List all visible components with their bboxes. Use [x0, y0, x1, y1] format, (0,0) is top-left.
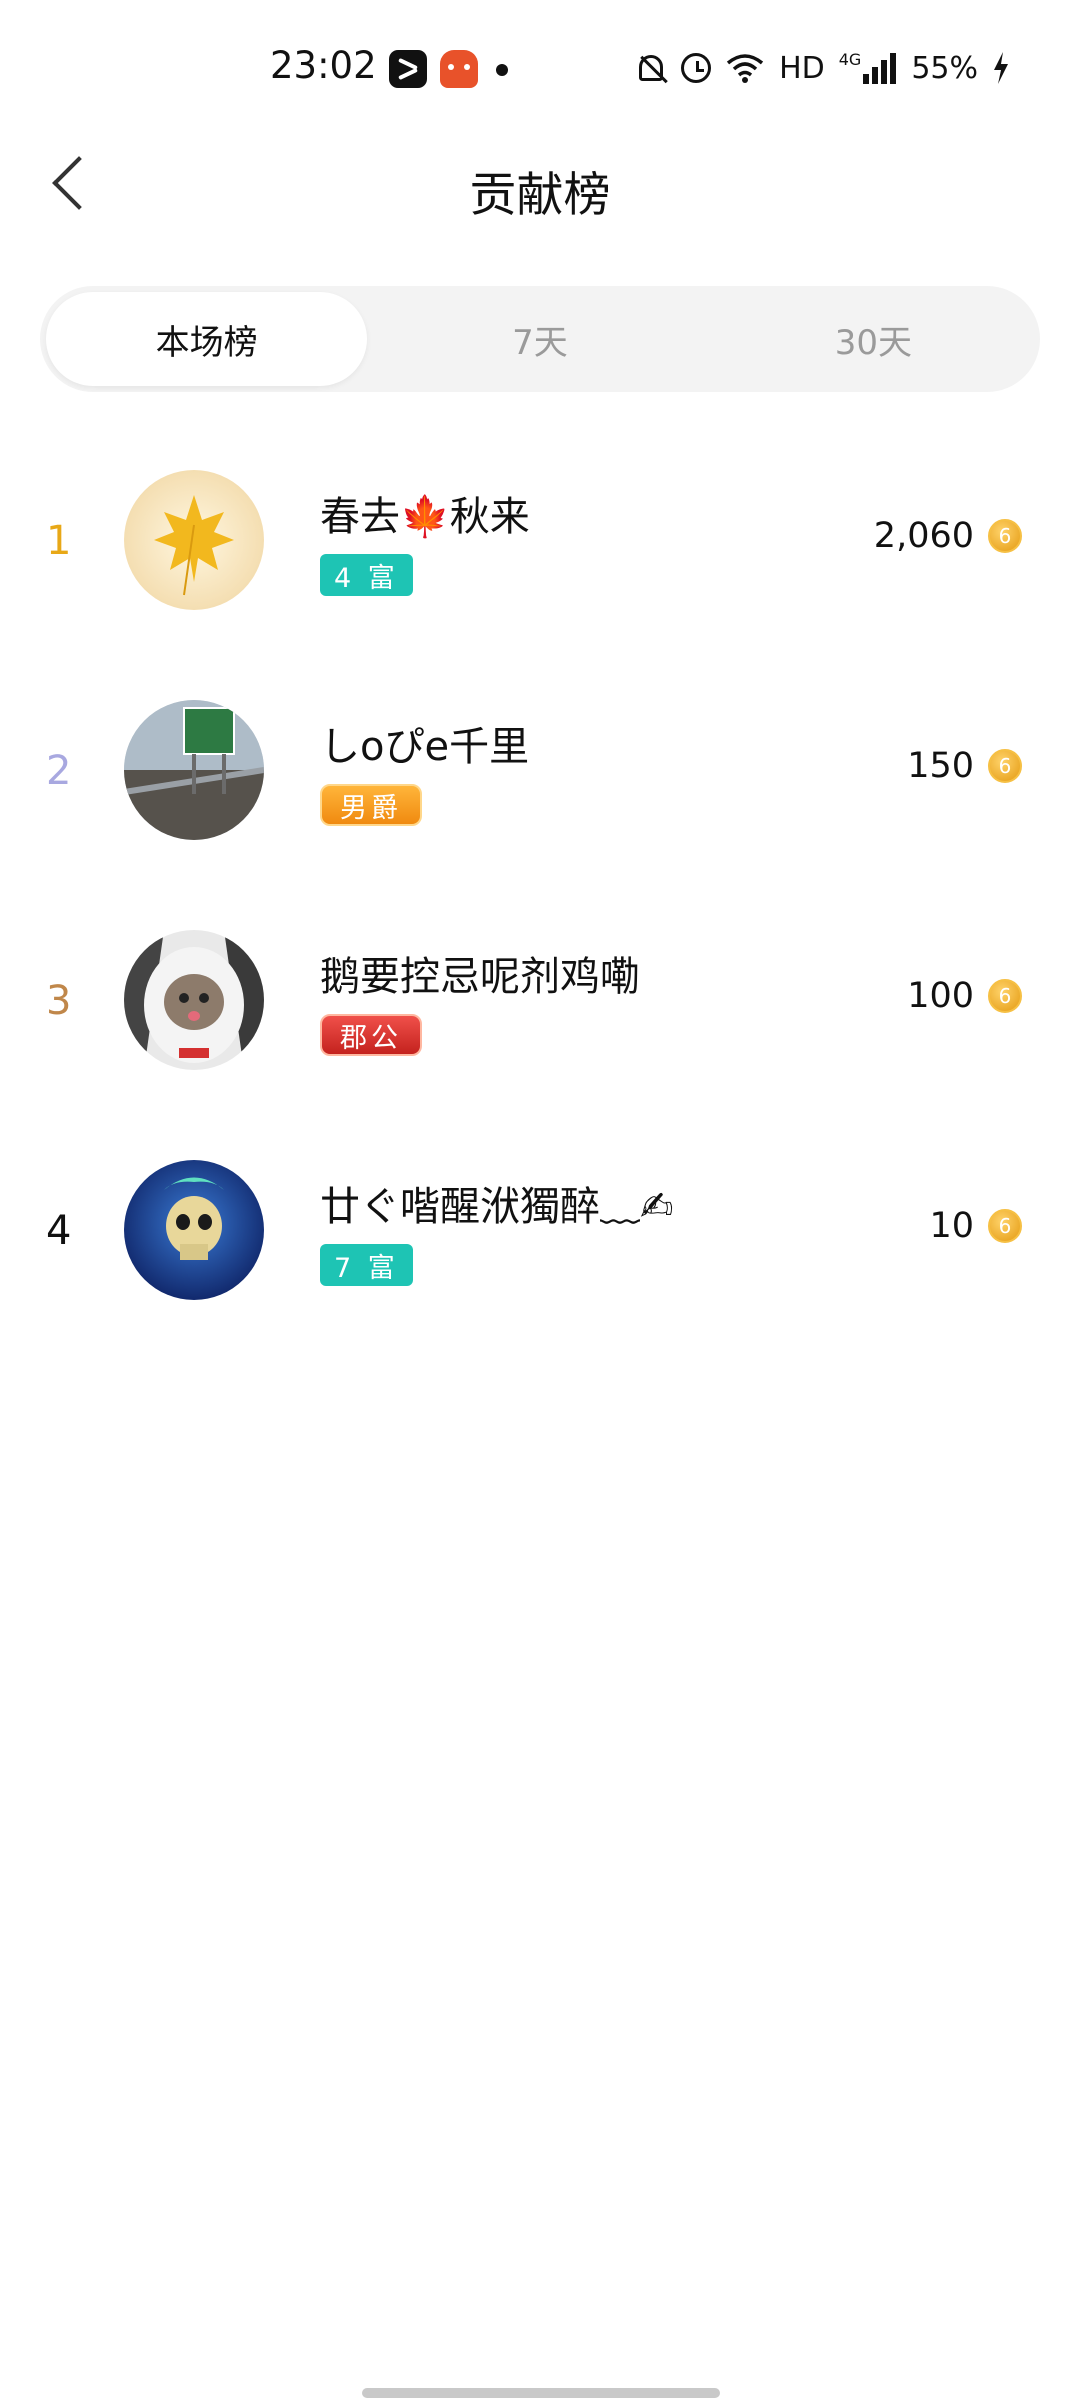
coin-icon: 6: [988, 749, 1022, 783]
score-value: 10: [929, 1206, 974, 1246]
cat-hoodie-avatar-icon: [124, 930, 264, 1070]
rank-number: 3: [46, 978, 72, 1024]
coin-icon: 6: [988, 519, 1022, 553]
tab-30-days[interactable]: 30天: [713, 292, 1034, 386]
tab-current-session[interactable]: 本场榜: [46, 292, 368, 386]
noble-badge: 男爵: [320, 784, 422, 826]
avatar[interactable]: [124, 1160, 264, 1300]
contribution-score: 2,060 6: [874, 516, 1022, 556]
page-title: 贡献榜: [469, 168, 611, 223]
maple-leaf-avatar-icon: [124, 470, 264, 610]
user-name: しoぴe千里: [320, 724, 530, 770]
notification-dot-icon: [496, 64, 508, 76]
level-badge: 4 富: [320, 554, 413, 596]
signal-icon: 4G: [839, 52, 898, 84]
list-item[interactable]: 2 しoぴe千里 男爵 150 6: [0, 680, 1080, 910]
avatar[interactable]: [124, 930, 264, 1070]
status-time: 23:02: [270, 44, 377, 87]
alarm-icon: [681, 53, 712, 83]
tab-7-days[interactable]: 7天: [379, 292, 700, 386]
list-item[interactable]: 3 鹅要控忌呢剂鸡嘞 郡公 100 6: [0, 910, 1080, 1140]
rank-number: 4: [46, 1208, 72, 1254]
contribution-score: 10 6: [929, 1206, 1022, 1246]
signal-label: 4G: [838, 50, 862, 69]
score-value: 2,060: [873, 516, 974, 556]
avatar[interactable]: [124, 470, 264, 610]
contribution-score: 100 6: [907, 976, 1022, 1016]
coin-icon: 6: [988, 1209, 1022, 1243]
avatar[interactable]: [124, 700, 264, 840]
ranking-tabs: 本场榜 7天 30天: [40, 286, 1040, 392]
charging-bolt-icon: [994, 52, 1008, 84]
user-name: 鹅要控忌呢剂鸡嘞: [320, 954, 640, 1000]
capcut-app-icon: [389, 50, 427, 88]
score-value: 100: [907, 976, 974, 1016]
list-item[interactable]: 4 廿ぐ喈醒洑獨醉﹏✍ 7 富 10 6: [0, 1140, 1080, 1370]
status-icons: HD 4G 55%: [635, 46, 1010, 90]
wifi-icon: [726, 54, 764, 83]
rank-number: 1: [46, 518, 72, 564]
score-value: 150: [907, 746, 974, 786]
battery-percent: 55%: [911, 50, 978, 86]
status-bar: 23:02 HD 4G 55%: [0, 0, 1080, 140]
signal-bars: [863, 52, 897, 84]
home-indicator[interactable]: [362, 2388, 720, 2398]
contribution-score: 150 6: [907, 746, 1022, 786]
list-item[interactable]: 1 春去🍁秋来 4 富 2,060 6: [0, 450, 1080, 680]
rank-number: 2: [46, 748, 72, 794]
skull-avatar-icon: [124, 1160, 264, 1300]
robot-app-icon: [440, 50, 478, 88]
user-name: 廿ぐ喈醒洑獨醉﹏✍: [320, 1184, 674, 1230]
noble-badge: 郡公: [320, 1014, 422, 1056]
mute-bell-icon: [639, 55, 664, 81]
user-name: 春去🍁秋来: [320, 494, 530, 540]
network-label: HD: [779, 50, 825, 86]
highway-sign-avatar-icon: [124, 700, 264, 840]
coin-icon: 6: [988, 979, 1022, 1013]
level-badge: 7 富: [320, 1244, 413, 1286]
rank-list: 1 春去🍁秋来 4 富 2,060 6 2 しoぴe千里 男爵 150 6 3 …: [0, 450, 1080, 1370]
